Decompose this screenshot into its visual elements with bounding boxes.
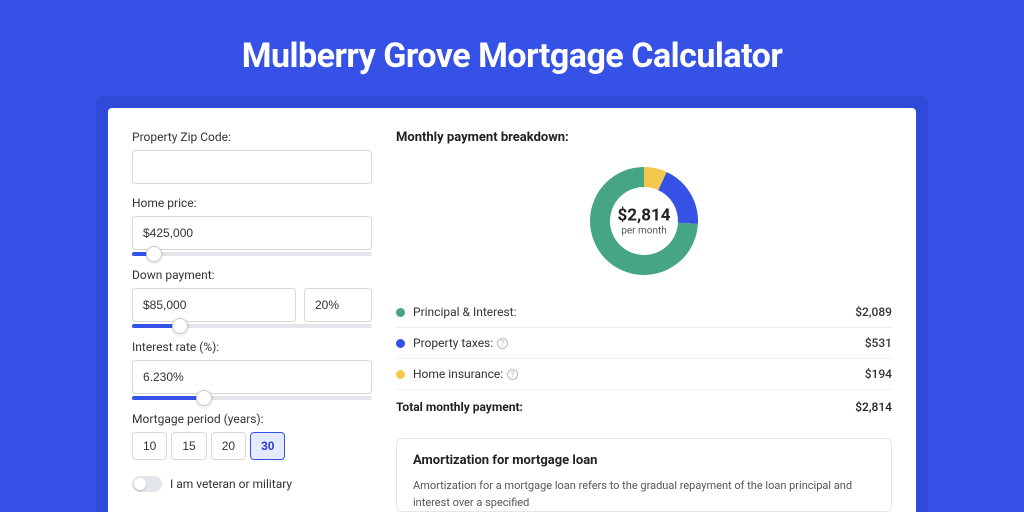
breakdown-row: Home insurance:?$194	[396, 359, 892, 390]
interest-slider[interactable]	[132, 396, 372, 400]
calculator-shell: Property Zip Code: Home price: Down paym…	[96, 96, 928, 512]
total-value: $2,814	[855, 400, 892, 414]
home-price-input[interactable]	[132, 216, 372, 250]
breakdown-item-label: Home insurance:?	[413, 367, 865, 381]
amortization-box: Amortization for mortgage loan Amortizat…	[396, 438, 892, 512]
down-payment-label: Down payment:	[132, 268, 372, 282]
period-label: Mortgage period (years):	[132, 412, 372, 426]
period-button-15[interactable]: 15	[171, 432, 206, 460]
period-button-30[interactable]: 30	[250, 432, 285, 460]
breakdown-column: Monthly payment breakdown: $2,814 per mo…	[396, 126, 892, 512]
breakdown-row: Property taxes:?$531	[396, 328, 892, 359]
total-row: Total monthly payment: $2,814	[396, 390, 892, 424]
breakdown-item-label: Principal & Interest:	[413, 305, 855, 319]
breakdown-row: Principal & Interest:$2,089	[396, 297, 892, 328]
veteran-label: I am veteran or military	[170, 477, 292, 491]
breakdown-list: Principal & Interest:$2,089Property taxe…	[396, 297, 892, 390]
color-swatch	[396, 339, 405, 348]
down-payment-slider[interactable]	[132, 324, 372, 328]
info-icon[interactable]: ?	[497, 338, 508, 349]
color-swatch	[396, 308, 405, 317]
breakdown-item-value: $2,089	[855, 305, 892, 319]
veteran-toggle[interactable]	[132, 476, 162, 492]
donut-amount: $2,814	[618, 206, 671, 226]
breakdown-item-label: Property taxes:?	[413, 336, 865, 350]
interest-input[interactable]	[132, 360, 372, 394]
form-column: Property Zip Code: Home price: Down paym…	[132, 126, 372, 512]
zip-input[interactable]	[132, 150, 372, 184]
donut-chart-wrap: $2,814 per month	[396, 157, 892, 293]
amortization-title: Amortization for mortgage loan	[413, 453, 875, 468]
donut-sub: per month	[618, 226, 671, 237]
interest-label: Interest rate (%):	[132, 340, 372, 354]
breakdown-item-value: $194	[865, 367, 892, 381]
calculator-card: Property Zip Code: Home price: Down paym…	[108, 108, 916, 512]
zip-label: Property Zip Code:	[132, 130, 372, 144]
period-button-10[interactable]: 10	[132, 432, 167, 460]
breakdown-item-value: $531	[865, 336, 892, 350]
amortization-text: Amortization for a mortgage loan refers …	[413, 478, 875, 511]
down-payment-percent-input[interactable]	[304, 288, 372, 322]
home-price-label: Home price:	[132, 196, 372, 210]
donut-chart: $2,814 per month	[584, 161, 704, 281]
info-icon[interactable]: ?	[507, 369, 518, 380]
period-button-20[interactable]: 20	[211, 432, 246, 460]
home-price-slider[interactable]	[132, 252, 372, 256]
period-button-group: 10152030	[132, 432, 372, 460]
page-title: Mulberry Grove Mortgage Calculator	[0, 0, 1024, 96]
total-label: Total monthly payment:	[396, 400, 855, 414]
color-swatch	[396, 370, 405, 379]
down-payment-amount-input[interactable]	[132, 288, 296, 322]
breakdown-title: Monthly payment breakdown:	[396, 130, 892, 145]
